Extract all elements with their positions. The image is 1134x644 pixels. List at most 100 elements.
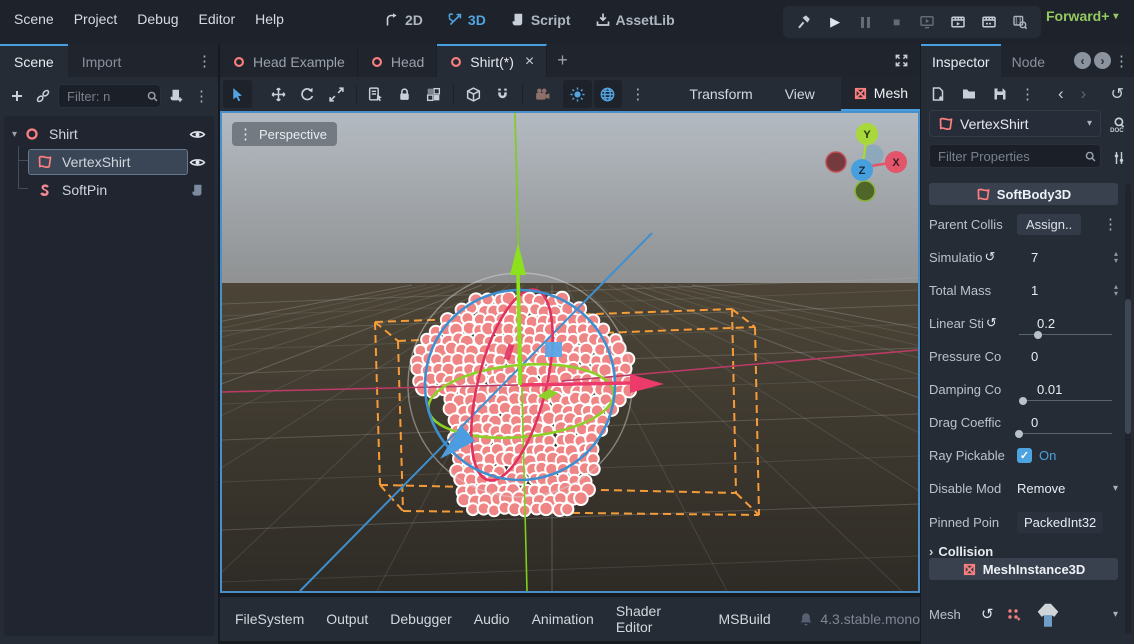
checkbox-checked-icon[interactable]: ✓ — [1017, 447, 1032, 463]
tree-row-vertexshirt[interactable]: VertexShirt — [4, 148, 214, 176]
tree-row-softpin[interactable]: SoftPin — [4, 176, 214, 204]
snap-icon[interactable] — [488, 80, 517, 108]
attach-script-icon[interactable] — [165, 85, 187, 107]
more-icon[interactable]: ⋮ — [1020, 85, 1035, 103]
menu-help[interactable]: Help — [245, 7, 294, 31]
property-value[interactable]: PackedInt32 — [1017, 511, 1104, 533]
scene-tab-head[interactable]: Head — [358, 44, 438, 77]
stop-icon[interactable]: ■ — [886, 11, 908, 33]
property-value[interactable]: On — [1039, 448, 1056, 463]
revert-icon[interactable]: ↺ — [984, 249, 995, 265]
sun-icon[interactable] — [562, 80, 592, 108]
manage-properties-icon[interactable] — [1108, 147, 1130, 169]
bottom-tab-msbuild[interactable]: MSBuild — [708, 605, 782, 633]
play-scene-icon[interactable] — [947, 11, 969, 33]
menu-view[interactable]: View — [773, 81, 827, 107]
group-icon[interactable] — [419, 80, 448, 108]
script-icon[interactable] — [186, 179, 208, 201]
notification-bell-icon[interactable] — [796, 608, 817, 630]
bottom-tab-filesystem[interactable]: FileSystem — [224, 605, 315, 633]
collapse-chevron-icon[interactable]: ▾ — [12, 129, 17, 140]
menu-project[interactable]: Project — [64, 7, 128, 31]
property-filter-input[interactable] — [929, 144, 1101, 168]
build-export-icon[interactable] — [793, 11, 815, 33]
version-label[interactable]: 4.3.stable.mono — [820, 611, 920, 627]
menu-transform[interactable]: Transform — [677, 81, 764, 107]
play-custom-scene-icon[interactable] — [978, 11, 1000, 33]
viewport-3d[interactable]: Y X Z ⋮ Perspective — [0, 111, 1134, 593]
bottom-tab-shader-editor[interactable]: Shader Editor — [605, 597, 708, 641]
environment-icon[interactable] — [593, 80, 623, 108]
slider-track[interactable] — [1015, 430, 1112, 438]
tree-row-shirt[interactable]: ▾ Shirt — [4, 120, 214, 148]
tab-node[interactable]: Node — [1001, 44, 1056, 77]
inspector-scrollbar[interactable] — [1125, 184, 1131, 634]
class-header-meshinstance3d[interactable]: MeshInstance3D — [929, 558, 1118, 580]
scene-tab-head-example[interactable]: Head Example — [220, 44, 358, 77]
bottom-tab-audio[interactable]: Audio — [463, 605, 521, 633]
slider-grabber[interactable] — [1033, 331, 1042, 339]
tab-prev-icon[interactable]: ‹ — [1074, 52, 1091, 69]
renderer-select[interactable]: Forward+ ▾ — [1046, 8, 1118, 24]
property-value[interactable]: 0.01 — [1037, 382, 1062, 397]
new-resource-icon[interactable] — [927, 83, 949, 105]
more-icon[interactable]: ⋮ — [1103, 215, 1118, 233]
more-icon[interactable]: ⋮ — [191, 87, 212, 105]
eye-icon[interactable] — [186, 151, 208, 173]
local-space-icon[interactable] — [459, 80, 488, 108]
more-icon[interactable]: ⋮ — [197, 52, 212, 70]
revert-icon[interactable]: ↺ — [986, 315, 997, 331]
spinbox-arrows-icon[interactable]: ▴ ▾ — [1114, 250, 1118, 265]
rotate-tool-icon[interactable] — [293, 80, 322, 108]
assign-button[interactable]: Assign.. — [1017, 213, 1082, 235]
axis-neg-x-ball[interactable] — [825, 151, 847, 173]
menu-mesh[interactable]: Mesh — [840, 77, 921, 111]
workspace-script-button[interactable]: Script — [502, 8, 579, 32]
history-forward-icon[interactable]: › — [1081, 84, 1087, 104]
revert-icon[interactable]: ↺ — [981, 605, 994, 623]
bottom-tab-animation[interactable]: Animation — [521, 605, 605, 633]
open-docs-icon[interactable]: DOC — [1107, 114, 1129, 136]
tab-scene[interactable]: Scene — [0, 44, 68, 77]
edit-points-icon[interactable] — [1004, 603, 1022, 625]
workspace-assetlib-button[interactable]: AssetLib — [587, 8, 683, 32]
play-remote-icon[interactable] — [916, 11, 938, 33]
slider-track[interactable] — [1019, 331, 1112, 339]
pause-icon[interactable] — [855, 11, 877, 33]
property-value[interactable]: 7 — [1031, 250, 1038, 265]
history-back-icon[interactable]: ‹ — [1058, 84, 1064, 104]
slider-grabber[interactable] — [1018, 397, 1027, 405]
select-tool-icon[interactable] — [223, 80, 252, 108]
property-value[interactable]: 0.2 — [1037, 316, 1055, 331]
load-resource-icon[interactable] — [958, 83, 980, 105]
class-header-softbody3d[interactable]: SoftBody3D — [929, 183, 1118, 205]
tab-next-icon[interactable]: › — [1094, 52, 1111, 69]
lock-icon[interactable] — [390, 80, 419, 108]
edited-object-select[interactable]: VertexShirt ▾ — [929, 110, 1101, 137]
instance-scene-icon[interactable] — [32, 85, 54, 107]
movie-maker-icon[interactable] — [1009, 11, 1031, 33]
menu-editor[interactable]: Editor — [189, 7, 246, 31]
tab-inspector[interactable]: Inspector — [921, 44, 1001, 77]
save-resource-icon[interactable] — [989, 83, 1011, 105]
chevron-down-icon[interactable]: ▾ — [1113, 609, 1118, 620]
object-history-icon[interactable]: ↺ — [1111, 84, 1124, 104]
more-icon[interactable]: ⋮ — [622, 85, 653, 103]
scene-tab-shirt[interactable]: Shirt(*) × — [437, 44, 548, 77]
workspace-2d-button[interactable]: 2D — [376, 8, 431, 32]
list-select-icon[interactable] — [361, 80, 390, 108]
mesh-resource-thumbnail[interactable] — [1032, 598, 1064, 630]
workspace-3d-button[interactable]: 3D — [439, 8, 494, 32]
axis-neg-y-ball[interactable] — [854, 180, 876, 202]
slider-track[interactable] — [1018, 397, 1112, 405]
more-icon[interactable]: ⋮ — [1114, 52, 1129, 70]
new-tab-button[interactable]: + — [547, 44, 578, 77]
add-node-icon[interactable] — [6, 85, 28, 107]
play-icon[interactable]: ▶ — [824, 11, 846, 33]
bottom-tab-debugger[interactable]: Debugger — [379, 605, 463, 633]
menu-debug[interactable]: Debug — [127, 7, 188, 31]
expand-viewport-icon[interactable] — [890, 50, 912, 72]
menu-scene[interactable]: Scene — [4, 7, 64, 31]
property-value[interactable]: 1 — [1031, 283, 1038, 298]
move-tool-icon[interactable] — [264, 80, 293, 108]
